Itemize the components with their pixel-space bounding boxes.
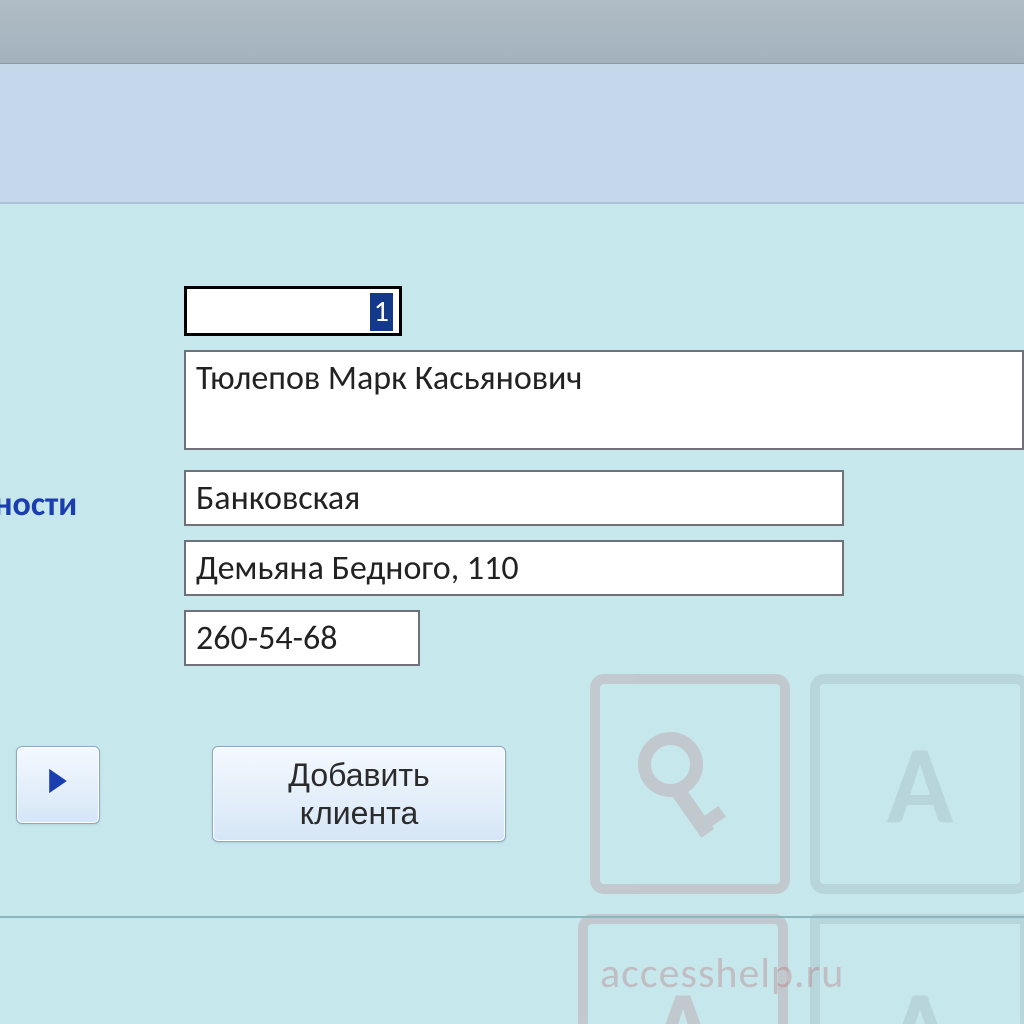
access-icon-gray: A (810, 674, 1024, 894)
full-name-value: Тюлепов Марк Касьянович (196, 358, 582, 399)
phone-field[interactable]: 260-54-68 (184, 610, 420, 666)
id-field[interactable]: 1 (184, 286, 402, 336)
sphere-value: Банковская (196, 478, 360, 519)
access-db-icon: A (810, 914, 1024, 1024)
form-header-band (0, 64, 1024, 204)
watermark-logos: A A A (560, 674, 1024, 1024)
watermark-text: accesshelp.ru (600, 948, 844, 999)
full-name-field[interactable]: Тюлепов Марк Касьянович (184, 350, 1024, 450)
address-field[interactable]: Демьяна Бедного, 110 (184, 540, 844, 596)
play-icon (47, 766, 69, 804)
add-client-button[interactable]: Добавить клиента (212, 746, 506, 842)
add-client-label: Добавить клиента (225, 756, 493, 833)
id-value-selected: 1 (370, 293, 393, 331)
divider-line (0, 916, 1024, 918)
access-icon-red: A (578, 914, 788, 1024)
field-label-partial: ности (0, 484, 77, 525)
sphere-field[interactable]: Банковская (184, 470, 844, 526)
address-value: Демьяна Бедного, 110 (196, 548, 519, 589)
ribbon-bar (0, 0, 1024, 64)
phone-value: 260-54-68 (196, 618, 337, 659)
next-record-button[interactable] (16, 746, 100, 824)
access-key-icon (590, 674, 790, 894)
